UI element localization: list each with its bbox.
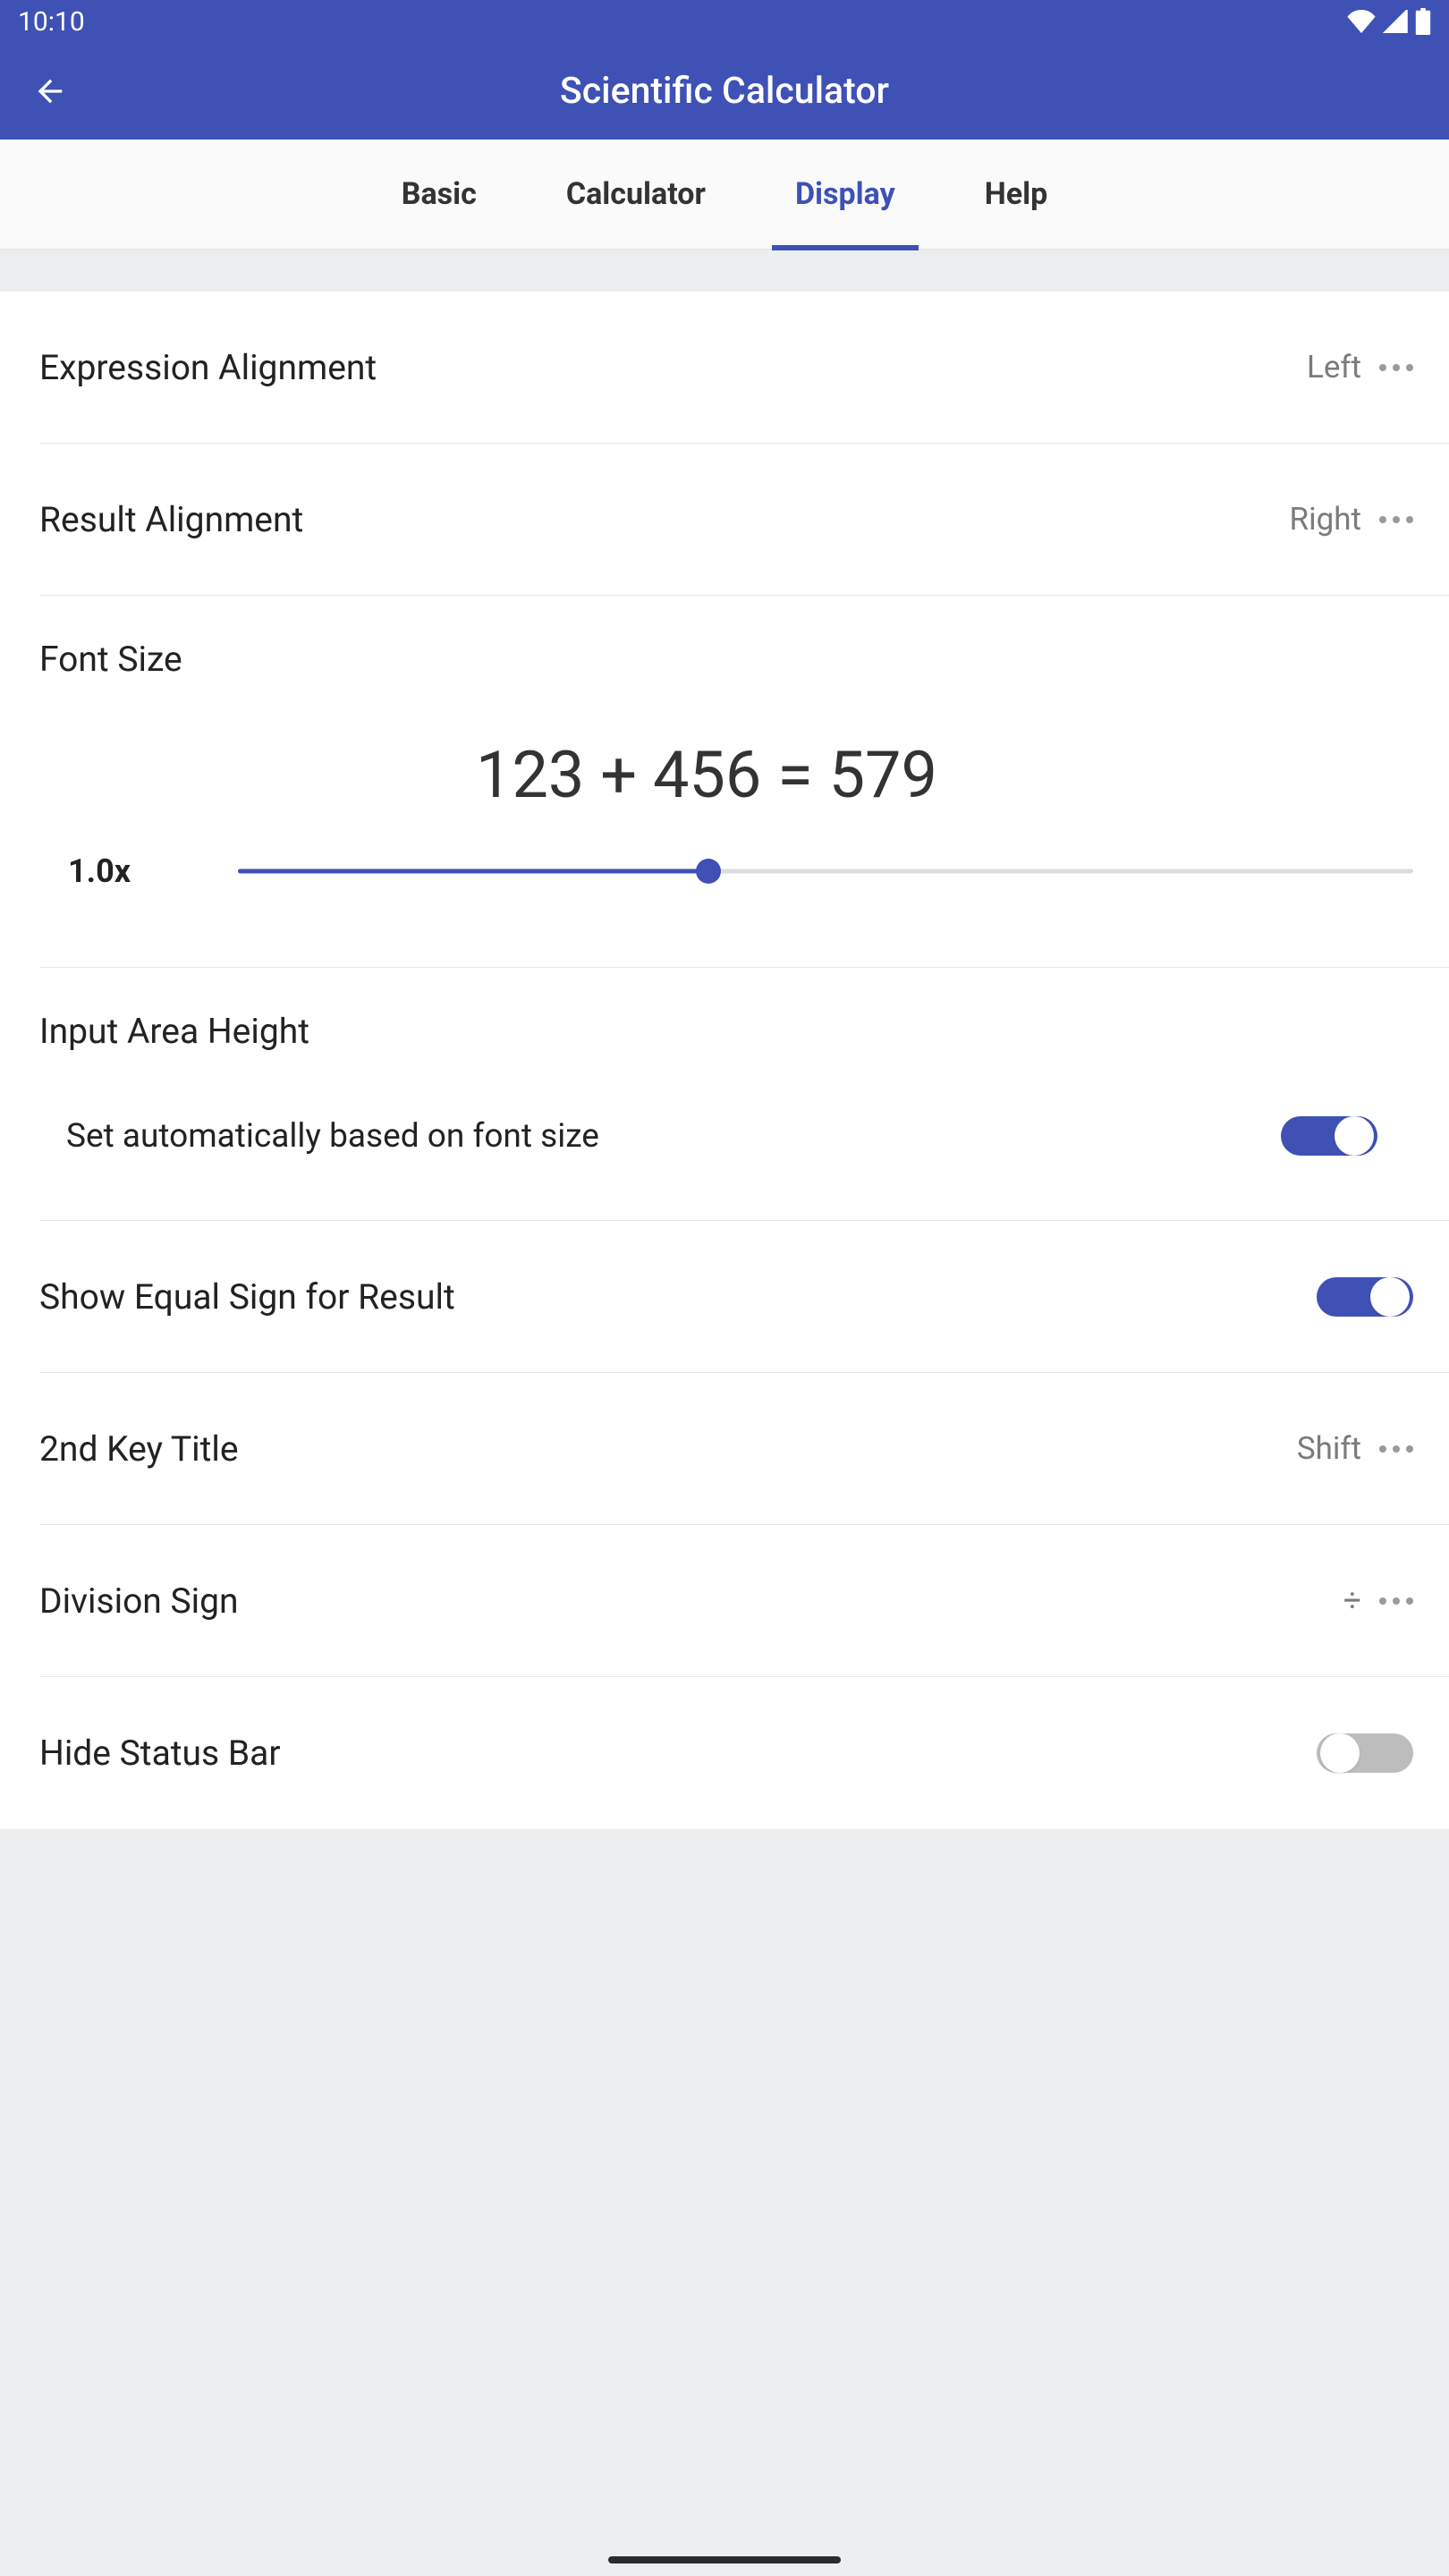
- more-icon: [1379, 516, 1413, 523]
- toggle-knob: [1335, 1116, 1374, 1156]
- setting-label: Division Sign: [39, 1580, 239, 1622]
- slider-thumb: [696, 859, 721, 884]
- setting-label: Show Equal Sign for Result: [39, 1276, 455, 1318]
- setting-input-area-height: Input Area Height Set automatically base…: [39, 968, 1449, 1221]
- back-button[interactable]: [29, 70, 72, 113]
- toggle-knob: [1320, 1733, 1360, 1773]
- tab-label: Calculator: [566, 176, 706, 212]
- setting-label: Result Alignment: [39, 499, 303, 540]
- setting-label: Input Area Height: [39, 968, 1413, 1052]
- setting-value: Left: [1307, 349, 1361, 386]
- more-icon: [1379, 364, 1413, 371]
- setting-label: Hide Status Bar: [39, 1733, 281, 1774]
- tab-basic[interactable]: Basic: [378, 140, 500, 249]
- font-slider-row: 1.0x: [39, 852, 1413, 967]
- app-bar: Scientific Calculator: [0, 43, 1449, 140]
- setting-value: ÷: [1343, 1582, 1361, 1619]
- show-equal-toggle[interactable]: [1317, 1272, 1413, 1322]
- navigation-handle[interactable]: [608, 2556, 841, 2563]
- tab-label: Basic: [402, 176, 477, 212]
- setting-input-area-auto[interactable]: Set automatically based on font size: [39, 1052, 1413, 1220]
- status-time: 10:10: [18, 6, 85, 38]
- tab-bar: Basic Calculator Display Help: [0, 140, 1449, 250]
- setting-result-alignment[interactable]: Result Alignment Right: [39, 444, 1449, 596]
- font-preview: 123 + 456 = 579: [0, 680, 1413, 852]
- tab-label: Help: [985, 176, 1048, 212]
- toggle-knob: [1370, 1277, 1410, 1317]
- setting-value-group: Left: [1307, 349, 1413, 386]
- setting-second-key-title[interactable]: 2nd Key Title Shift: [39, 1373, 1449, 1525]
- setting-hide-status-bar[interactable]: Hide Status Bar: [39, 1677, 1449, 1829]
- wifi-icon: [1347, 10, 1376, 33]
- input-area-auto-toggle[interactable]: [1281, 1111, 1377, 1161]
- font-size-slider[interactable]: [238, 853, 1413, 889]
- setting-value-group: Right: [1290, 501, 1413, 538]
- tab-help[interactable]: Help: [962, 140, 1072, 249]
- setting-division-sign[interactable]: Division Sign ÷: [39, 1525, 1449, 1677]
- settings-list: Expression Alignment Left Result Alignme…: [0, 292, 1449, 1829]
- setting-font-size: Font Size 123 + 456 = 579 1.0x: [39, 596, 1449, 968]
- setting-show-equal-sign[interactable]: Show Equal Sign for Result: [39, 1221, 1449, 1373]
- font-scale-label: 1.0x: [39, 852, 131, 890]
- empty-area: [0, 1829, 1449, 2576]
- slider-fill: [238, 869, 708, 874]
- tab-calculator[interactable]: Calculator: [543, 140, 729, 249]
- tab-label: Display: [795, 176, 895, 212]
- signal-icon: [1383, 10, 1408, 33]
- setting-label: Font Size: [39, 596, 1413, 680]
- battery-icon: [1415, 8, 1431, 35]
- status-icons: [1347, 8, 1431, 35]
- setting-value-group: Shift: [1297, 1430, 1413, 1467]
- setting-label: 2nd Key Title: [39, 1428, 239, 1470]
- setting-value-group: ÷: [1343, 1582, 1413, 1619]
- more-icon: [1379, 1445, 1413, 1453]
- tab-display[interactable]: Display: [772, 140, 919, 249]
- section-gap: [0, 250, 1449, 292]
- page-title: Scientific Calculator: [560, 70, 889, 113]
- arrow-left-icon: [32, 73, 68, 109]
- setting-label: Expression Alignment: [39, 347, 377, 388]
- status-bar: 10:10: [0, 0, 1449, 43]
- hide-status-toggle[interactable]: [1317, 1728, 1413, 1778]
- setting-value: Shift: [1297, 1430, 1361, 1467]
- setting-expression-alignment[interactable]: Expression Alignment Left: [39, 292, 1449, 444]
- setting-value: Right: [1290, 501, 1361, 538]
- setting-sublabel: Set automatically based on font size: [66, 1117, 599, 1156]
- more-icon: [1379, 1597, 1413, 1605]
